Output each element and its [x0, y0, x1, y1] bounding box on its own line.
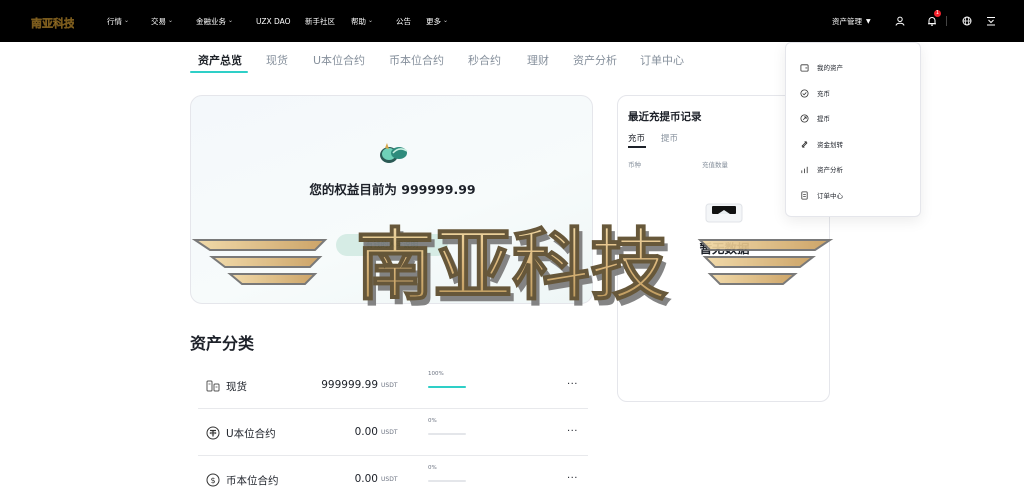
wallet-coins-icon	[375, 140, 411, 166]
notification-badge: 1	[934, 10, 941, 17]
equity-value-text: 您的权益目前为 999999.99	[309, 182, 476, 197]
nav-item-dao[interactable]: UZX DAO	[256, 14, 291, 28]
asset-name: 币本位合约	[226, 475, 279, 487]
asset-progress-bar	[428, 433, 466, 435]
empty-state-text: 暂无数据	[699, 241, 750, 256]
records-tab-withdraw[interactable]: 提币	[661, 132, 678, 144]
equity-explain-button[interactable]: 有钱的人字说明	[336, 234, 448, 256]
withdraw-icon	[800, 113, 809, 123]
records-tab-indicator	[628, 146, 646, 148]
nav-divider	[946, 16, 947, 26]
asset-classification-title: 资产分类	[190, 334, 255, 353]
chevron-down-icon: ⌄	[168, 16, 174, 24]
caret-down-icon: ▼	[866, 17, 871, 25]
chevron-down-icon: ⌄	[124, 16, 130, 24]
empty-box-icon	[704, 200, 744, 224]
nav-item-announcement[interactable]: 公告	[396, 14, 411, 28]
records-tab-deposit[interactable]: 充币	[628, 132, 645, 144]
asset-row-coin-futures[interactable]: $ 币本位合约 0.00 USDT 0% ...	[198, 456, 588, 503]
chevron-down-icon: ⌄	[368, 16, 374, 24]
dollar-icon: $	[206, 472, 220, 487]
wallet-icon	[800, 63, 809, 72]
equity-card: 您的权益目前为 999999.99 有钱的人字说明	[190, 95, 593, 304]
nav-item-help[interactable]: 帮助 ⌄	[351, 14, 373, 28]
dropdown-item-withdraw[interactable]: 提币	[800, 112, 830, 124]
dropdown-item-asset-analysis[interactable]: 资产分析	[800, 163, 843, 175]
globe-icon[interactable]	[961, 13, 973, 29]
more-options-icon[interactable]: ...	[567, 470, 578, 481]
download-icon[interactable]	[985, 13, 997, 29]
asset-percent: 0%	[428, 418, 437, 424]
asset-progress-bar	[428, 386, 466, 388]
asset-management-dropdown: 我的资产 充币 提币 资金划转 资产分析 订单中心	[785, 42, 921, 217]
top-navigation-bar: 南亚科技 行情 ⌄ 交易 ⌄ 金融业务 ⌄ UZX DAO 新手社区 帮助 ⌄ 公告 更…	[0, 0, 1024, 42]
more-options-icon[interactable]: ...	[567, 423, 578, 434]
tab-wealth[interactable]: 理财	[527, 52, 549, 68]
asset-row-usdt-futures[interactable]: U本位合约 0.00 USDT 0% ...	[198, 409, 588, 456]
nav-item-more[interactable]: 更多 ⌄	[426, 14, 448, 28]
dropdown-item-transfer[interactable]: 资金划转	[800, 138, 843, 150]
asset-row-spot[interactable]: 现货 999999.99 USDT 100% ...	[198, 362, 588, 409]
svg-text:南亚科技: 南亚科技	[31, 16, 74, 30]
deposit-icon	[800, 88, 809, 98]
asset-name: 现货	[226, 381, 247, 393]
asset-unit: USDT	[381, 429, 398, 436]
tab-order-center[interactable]: 订单中心	[640, 52, 684, 68]
asset-unit: USDT	[381, 382, 398, 389]
nav-item-community[interactable]: 新手社区	[305, 14, 335, 28]
chevron-down-icon: ⌄	[228, 16, 234, 24]
analysis-icon	[801, 166, 808, 173]
dropdown-item-deposit[interactable]: 充币	[800, 87, 830, 99]
tether-icon	[206, 425, 220, 440]
order-icon	[801, 190, 808, 200]
asset-amount: 0.00	[354, 426, 378, 438]
bell-icon[interactable]: 1	[926, 10, 941, 29]
asset-percent: 0%	[428, 465, 437, 471]
tab-asset-analysis[interactable]: 资产分析	[573, 52, 617, 68]
chevron-down-icon: ⌄	[443, 16, 449, 24]
asset-name: U本位合约	[226, 428, 276, 440]
column-header-coin: 币种	[628, 161, 641, 169]
svg-text:$: $	[210, 476, 215, 485]
asset-progress-bar	[428, 480, 466, 482]
user-icon[interactable]	[894, 13, 906, 29]
tab-coin-futures[interactable]: 币本位合约	[389, 52, 444, 68]
asset-unit: USDT	[381, 476, 398, 483]
tab-spot[interactable]: 现货	[266, 52, 288, 68]
asset-amount: 999999.99	[321, 379, 378, 391]
active-tab-indicator	[190, 71, 248, 73]
spot-icon	[206, 378, 220, 392]
asset-management-menu[interactable]: 资产管理 ▼	[832, 14, 871, 28]
transfer-icon	[801, 140, 808, 148]
dropdown-item-order-center[interactable]: 订单中心	[800, 189, 843, 201]
more-options-icon[interactable]: ...	[567, 376, 578, 387]
dropdown-item-my-assets[interactable]: 我的资产	[800, 61, 843, 73]
column-header-amount: 充值数量	[702, 161, 728, 169]
tab-second-contract[interactable]: 秒合约	[468, 52, 501, 68]
nav-item-finance[interactable]: 金融业务 ⌄	[196, 14, 233, 28]
tab-asset-overview[interactable]: 资产总览	[198, 52, 242, 68]
brand-logo[interactable]: 南亚科技	[30, 9, 76, 33]
tab-usdt-futures[interactable]: U本位合约	[313, 52, 365, 68]
nav-item-market[interactable]: 行情 ⌄	[107, 14, 129, 28]
asset-progress-fill	[428, 386, 466, 388]
asset-percent: 100%	[428, 371, 444, 377]
nav-item-trade[interactable]: 交易 ⌄	[151, 14, 173, 28]
records-title: 最近充提币记录	[628, 111, 702, 123]
asset-amount: 0.00	[354, 473, 378, 485]
